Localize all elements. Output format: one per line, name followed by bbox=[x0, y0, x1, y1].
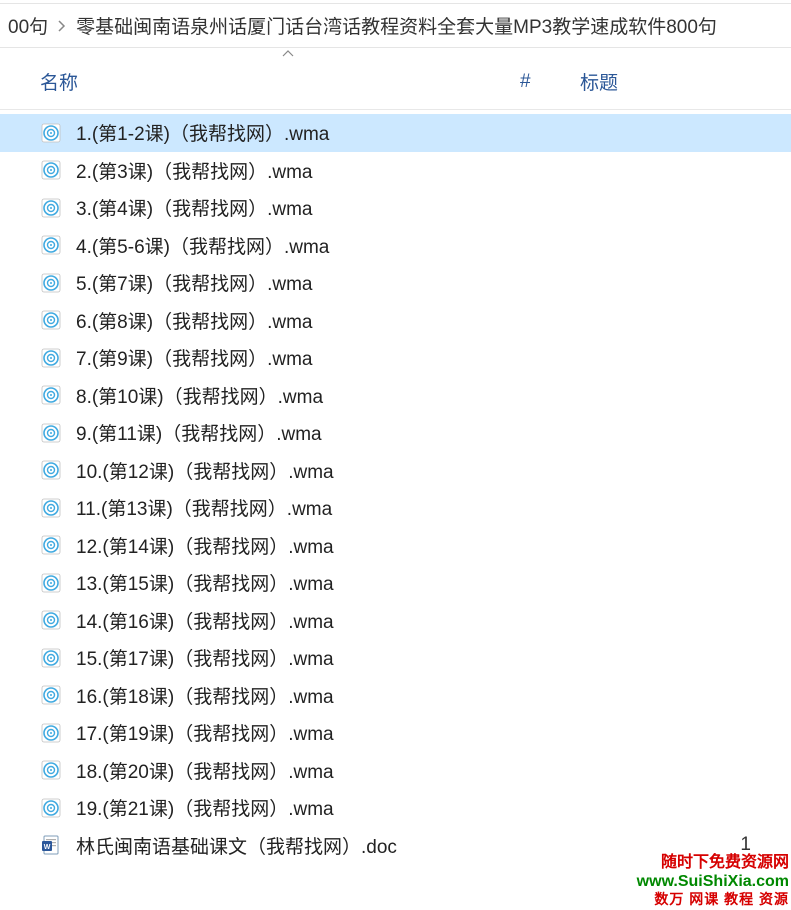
file-row[interactable]: 6.(第8课)（我帮找网）.wma bbox=[0, 302, 791, 340]
file-row[interactable]: 1.(第1-2课)（我帮找网）.wma bbox=[0, 114, 791, 152]
breadcrumb-item-parent[interactable]: 00句 bbox=[4, 10, 52, 41]
file-name: 16.(第18课)（我帮找网）.wma bbox=[76, 682, 791, 709]
audio-file-icon bbox=[40, 309, 62, 331]
column-header-name[interactable]: 名称 bbox=[40, 68, 520, 95]
file-name: 15.(第17课)（我帮找网）.wma bbox=[76, 644, 791, 671]
column-headers: 名称 # 标题 bbox=[0, 48, 791, 110]
file-name: 17.(第19课)（我帮找网）.wma bbox=[76, 719, 791, 746]
audio-file-icon bbox=[40, 197, 62, 219]
file-row[interactable]: 19.(第21课)（我帮找网）.wma bbox=[0, 789, 791, 827]
file-name: 5.(第7课)（我帮找网）.wma bbox=[76, 269, 791, 296]
file-row[interactable]: 17.(第19课)（我帮找网）.wma bbox=[0, 714, 791, 752]
audio-file-icon bbox=[40, 497, 62, 519]
file-name: 6.(第8课)（我帮找网）.wma bbox=[76, 307, 791, 334]
audio-file-icon bbox=[40, 459, 62, 481]
chevron-right-icon bbox=[52, 20, 72, 32]
file-name: 13.(第15课)（我帮找网）.wma bbox=[76, 569, 791, 596]
audio-file-icon bbox=[40, 534, 62, 556]
file-name: 9.(第11课)（我帮找网）.wma bbox=[76, 419, 791, 446]
watermark-line1: 随时下免费资源网 bbox=[637, 853, 789, 872]
audio-file-icon bbox=[40, 347, 62, 369]
column-header-number[interactable]: # bbox=[520, 71, 580, 93]
file-row[interactable]: 8.(第10课)（我帮找网）.wma bbox=[0, 377, 791, 415]
svg-text:W: W bbox=[44, 844, 51, 851]
watermark-line2: www.SuiShiXia.com bbox=[637, 872, 789, 891]
audio-file-icon bbox=[40, 797, 62, 819]
file-row[interactable]: 12.(第14课)（我帮找网）.wma bbox=[0, 527, 791, 565]
file-row[interactable]: 2.(第3课)（我帮找网）.wma bbox=[0, 152, 791, 190]
audio-file-icon bbox=[40, 122, 62, 144]
watermark: 随时下免费资源网 www.SuiShiXia.com 数万 网课 教程 资源 bbox=[637, 853, 789, 908]
file-row[interactable]: 11.(第13课)（我帮找网）.wma bbox=[0, 489, 791, 527]
file-row[interactable]: 9.(第11课)（我帮找网）.wma bbox=[0, 414, 791, 452]
sort-ascending-icon bbox=[282, 48, 294, 60]
audio-file-icon bbox=[40, 609, 62, 631]
column-header-title[interactable]: 标题 bbox=[580, 68, 791, 95]
audio-file-icon bbox=[40, 684, 62, 706]
file-name: 10.(第12课)（我帮找网）.wma bbox=[76, 457, 791, 484]
breadcrumb: 00句 零基础闽南语泉州话厦门话台湾话教程资料全套大量MP3教学速成软件800句 bbox=[0, 4, 791, 48]
audio-file-icon bbox=[40, 722, 62, 744]
file-row[interactable]: 16.(第18课)（我帮找网）.wma bbox=[0, 677, 791, 715]
file-name: 2.(第3课)（我帮找网）.wma bbox=[76, 157, 791, 184]
file-name: 1.(第1-2课)（我帮找网）.wma bbox=[76, 119, 791, 146]
file-row[interactable]: 3.(第4课)（我帮找网）.wma bbox=[0, 189, 791, 227]
audio-file-icon bbox=[40, 759, 62, 781]
file-name: 4.(第5-6课)（我帮找网）.wma bbox=[76, 232, 791, 259]
file-row[interactable]: 7.(第9课)（我帮找网）.wma bbox=[0, 339, 791, 377]
file-name: 18.(第20课)（我帮找网）.wma bbox=[76, 757, 791, 784]
audio-file-icon bbox=[40, 159, 62, 181]
doc-file-icon: W bbox=[40, 834, 62, 856]
file-name: 3.(第4课)（我帮找网）.wma bbox=[76, 194, 791, 221]
file-row[interactable]: 13.(第15课)（我帮找网）.wma bbox=[0, 564, 791, 602]
file-row[interactable]: 10.(第12课)（我帮找网）.wma bbox=[0, 452, 791, 490]
file-name: 7.(第9课)（我帮找网）.wma bbox=[76, 344, 791, 371]
file-name: 11.(第13课)（我帮找网）.wma bbox=[76, 494, 791, 521]
file-row[interactable]: 18.(第20课)（我帮找网）.wma bbox=[0, 752, 791, 790]
audio-file-icon bbox=[40, 272, 62, 294]
file-name: 14.(第16课)（我帮找网）.wma bbox=[76, 607, 791, 634]
watermark-line3: 数万 网课 教程 资源 bbox=[637, 891, 789, 908]
file-list: 1.(第1-2课)（我帮找网）.wma 2.(第3课)（我帮找网）.wma 3.(第… bbox=[0, 110, 791, 864]
file-row[interactable]: 5.(第7课)（我帮找网）.wma bbox=[0, 264, 791, 302]
audio-file-icon bbox=[40, 384, 62, 406]
file-name: 19.(第21课)（我帮找网）.wma bbox=[76, 794, 791, 821]
file-name: 林氏闽南语基础课文（我帮找网）.doc bbox=[76, 832, 721, 859]
audio-file-icon bbox=[40, 422, 62, 444]
audio-file-icon bbox=[40, 572, 62, 594]
file-row[interactable]: 15.(第17课)（我帮找网）.wma bbox=[0, 639, 791, 677]
file-row[interactable]: 4.(第5-6课)（我帮找网）.wma bbox=[0, 227, 791, 265]
audio-file-icon bbox=[40, 647, 62, 669]
file-name: 12.(第14课)（我帮找网）.wma bbox=[76, 532, 791, 559]
audio-file-icon bbox=[40, 234, 62, 256]
breadcrumb-item-current[interactable]: 零基础闽南语泉州话厦门话台湾话教程资料全套大量MP3教学速成软件800句 bbox=[72, 10, 721, 41]
file-row[interactable]: 14.(第16课)（我帮找网）.wma bbox=[0, 602, 791, 640]
file-name: 8.(第10课)（我帮找网）.wma bbox=[76, 382, 791, 409]
